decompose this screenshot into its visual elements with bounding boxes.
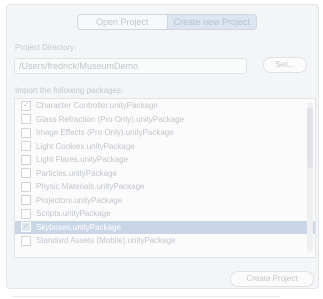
checkbox[interactable]: [21, 195, 31, 206]
scrollbar-thumb[interactable]: [307, 108, 313, 168]
package-row[interactable]: Particles.unityPackage: [15, 167, 315, 181]
package-label: Standard Assets (Mobile).unityPackage: [36, 236, 176, 246]
package-row[interactable]: Scripts.unityPackage: [15, 207, 315, 221]
package-label: Light Cookies.unityPackage: [36, 141, 135, 151]
checked-checkbox[interactable]: ✓: [21, 222, 31, 233]
project-directory-field[interactable]: /Users/fredrick/MuseumDemo: [14, 58, 247, 74]
package-list[interactable]: ✓ Character Controller.unityPackage Glass …: [14, 98, 316, 258]
project-tabs: Open Project Create new Project: [77, 14, 257, 30]
tab-create-new-project[interactable]: Create new Project: [166, 15, 256, 29]
package-label: Physic Materials.unityPackage: [36, 182, 145, 192]
checkbox[interactable]: [21, 235, 31, 246]
set-directory-button[interactable]: Set...: [263, 57, 307, 73]
package-row[interactable]: Physic Materials.unityPackage: [15, 180, 315, 194]
checkbox[interactable]: [21, 181, 31, 192]
create-project-button[interactable]: Create Project: [230, 271, 314, 287]
checkbox[interactable]: [21, 154, 31, 165]
package-list-scrollbar[interactable]: [307, 102, 313, 252]
package-row[interactable]: Standard Assets (Mobile).unityPackage: [15, 234, 315, 248]
project-directory-label: Project Directory:: [15, 43, 77, 52]
package-row[interactable]: Image Effects (Pro Only).unityPackage: [15, 126, 315, 140]
checkbox[interactable]: [21, 141, 31, 152]
divider: [12, 296, 280, 297]
package-row[interactable]: ✓ Character Controller.unityPackage: [15, 99, 315, 113]
package-label: Particles.unityPackage: [36, 168, 117, 178]
import-packages-label: Import the following packages:: [15, 86, 124, 95]
package-label: Glass Refraction (Pro Only).unityPackage: [36, 114, 185, 124]
tab-open-project[interactable]: Open Project: [78, 15, 167, 29]
package-label: Character Controller.unityPackage: [36, 101, 158, 111]
package-row[interactable]: Light Flares.unityPackage: [15, 153, 315, 167]
package-label: Projectors.unityPackage: [36, 195, 123, 205]
package-label: Light Flares.unityPackage: [36, 155, 129, 165]
checked-checkbox[interactable]: ✓: [21, 100, 31, 111]
package-label: Skyboxes.unityPackage: [36, 222, 121, 232]
checkbox[interactable]: [21, 208, 31, 219]
checkbox[interactable]: [21, 127, 31, 138]
package-row[interactable]: Projectors.unityPackage: [15, 194, 315, 208]
checkbox[interactable]: [21, 114, 31, 125]
package-label: Scripts.unityPackage: [36, 209, 111, 219]
package-row[interactable]: Light Cookies.unityPackage: [15, 140, 315, 154]
package-row[interactable]: ✓ Skyboxes.unityPackage: [15, 220, 315, 234]
package-label: Image Effects (Pro Only).unityPackage: [36, 128, 174, 138]
checkbox[interactable]: [21, 168, 31, 179]
package-row[interactable]: Glass Refraction (Pro Only).unityPackage: [15, 113, 315, 127]
